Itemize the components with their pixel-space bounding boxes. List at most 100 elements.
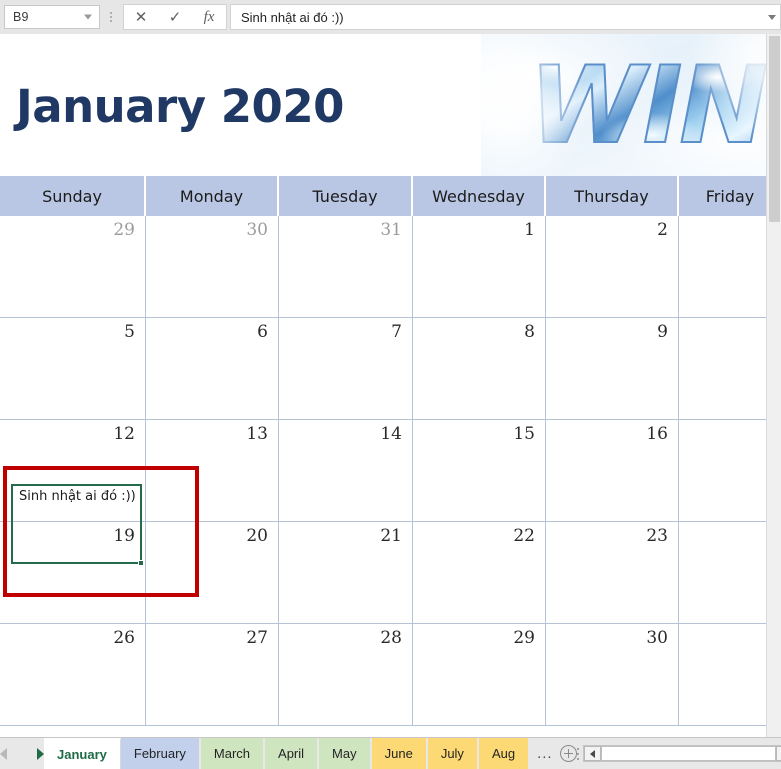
day-number: 5 [124, 322, 135, 342]
page-title: January 2020 [16, 80, 344, 133]
calendar-day-cell[interactable]: 30 [546, 624, 679, 726]
formula-bar-actions: ✕ ✓ fx [123, 4, 227, 30]
horizontal-scrollbar-track[interactable] [582, 745, 781, 762]
fill-handle[interactable] [138, 560, 144, 566]
close-icon[interactable]: ✕ [124, 5, 158, 29]
add-sheet-button[interactable] [559, 738, 577, 769]
sheet-tab-february[interactable]: February [120, 738, 201, 769]
day-number: 29 [513, 628, 535, 648]
grip-dot [110, 20, 112, 22]
day-number: 12 [113, 424, 135, 444]
calendar-day-cell[interactable]: 21 [279, 522, 413, 624]
calendar-week-row: 29 30 31 1 2 [0, 216, 781, 318]
chevron-down-icon [767, 14, 776, 20]
calendar-week-row: 5 6 7 8 9 [0, 318, 781, 420]
calendar-day-cell[interactable]: 28 [279, 624, 413, 726]
vertical-scrollbar-thumb[interactable] [769, 36, 780, 222]
calendar-day-cell[interactable]: 6 [146, 318, 279, 420]
calendar-day-cell[interactable]: 16 [546, 420, 679, 522]
day-number: 21 [380, 526, 402, 546]
day-number: 13 [246, 424, 268, 444]
day-number: 30 [246, 220, 268, 240]
horizontal-scrollbar-thumb[interactable] [600, 746, 776, 761]
calendar-week-row: 26 27 28 29 30 [0, 624, 781, 726]
calendar-day-cell[interactable]: 27 [146, 624, 279, 726]
sheet-tabs: January February March April May June July Aug [44, 738, 531, 769]
day-number: 27 [246, 628, 268, 648]
day-number: 14 [380, 424, 402, 444]
calendar-day-cell[interactable]: 22 [413, 522, 546, 624]
day-number: 30 [646, 628, 668, 648]
formula-input[interactable]: Sinh nhật ai đó :)) [230, 4, 763, 30]
grip-dot [110, 16, 112, 18]
calendar-day-cell[interactable]: 15 [413, 420, 546, 522]
day-number: 15 [513, 424, 535, 444]
fx-label: fx [203, 8, 215, 25]
day-number: 8 [524, 322, 535, 342]
sheet-tabs-overflow[interactable]: ... [530, 738, 560, 769]
fx-icon[interactable]: fx [192, 5, 226, 29]
day-header-wednesday: Wednesday [413, 176, 546, 216]
sheet-tab-aug[interactable]: Aug [478, 738, 531, 769]
plus-circle-icon [559, 745, 577, 762]
calendar-day-cell[interactable]: 2 [546, 216, 679, 318]
calendar-day-cell[interactable]: 7 [279, 318, 413, 420]
calendar-day-cell[interactable]: 1 [413, 216, 546, 318]
day-number: 9 [657, 322, 668, 342]
sheet-tab-march[interactable]: March [200, 738, 266, 769]
calendar-header-band: January 2020 WIN [0, 34, 781, 176]
day-number: 23 [646, 526, 668, 546]
sheet-tab-april[interactable]: April [265, 738, 320, 769]
expand-formula-bar-button[interactable] [763, 4, 781, 30]
winter-art-text: WIN [528, 40, 769, 172]
day-number: 16 [646, 424, 668, 444]
calendar-day-cell[interactable]: 26 [0, 624, 146, 726]
calendar-day-cell[interactable]: 5 [0, 318, 146, 420]
day-number: 20 [246, 526, 268, 546]
sheet-tab-may[interactable]: May [319, 738, 372, 769]
sheet-tab-july[interactable]: July [427, 738, 479, 769]
vertical-scrollbar[interactable] [766, 34, 781, 737]
triangle-left-icon [589, 749, 595, 758]
calendar-day-cell[interactable]: 29 [413, 624, 546, 726]
sheet-tab-navigation [0, 738, 44, 769]
day-number: 7 [391, 322, 402, 342]
calendar-header-row: Sunday Monday Tuesday Wednesday Thursday Frid… [0, 176, 781, 216]
calendar-day-cell[interactable]: 23 [546, 522, 679, 624]
day-number: 1 [524, 220, 535, 240]
day-header-monday: Monday [146, 176, 279, 216]
calendar-day-cell[interactable]: 30 [146, 216, 279, 318]
check-icon[interactable]: ✓ [158, 5, 192, 29]
triangle-right-icon[interactable] [37, 747, 44, 760]
worksheet-area[interactable]: January 2020 WIN Sunday Monday Tuesday Wedn… [0, 34, 781, 737]
sheet-tab-bar: January February March April May June July Aug … [0, 737, 781, 769]
day-number: 31 [380, 220, 402, 240]
day-number: 26 [113, 628, 135, 648]
day-number: 22 [513, 526, 535, 546]
calendar-day-cell[interactable]: 9 [546, 318, 679, 420]
name-box[interactable]: B9 [4, 5, 100, 29]
day-number: 29 [113, 220, 135, 240]
sheet-tab-june[interactable]: June [371, 738, 428, 769]
horizontal-scrollbar[interactable] [579, 738, 781, 769]
day-number: 2 [657, 220, 668, 240]
calendar-day-cell[interactable]: 14 [279, 420, 413, 522]
chevron-down-icon[interactable] [84, 14, 92, 20]
scroll-left-button[interactable] [583, 746, 601, 761]
sheet-tab-january[interactable]: January [44, 738, 121, 769]
day-number: 6 [257, 322, 268, 342]
grip-dot [110, 12, 112, 14]
winter-title-image: WIN [481, 34, 781, 176]
calendar-day-cell[interactable]: 29 [0, 216, 146, 318]
calendar-day-cell[interactable]: 8 [413, 318, 546, 420]
formula-bar-grip[interactable] [102, 5, 120, 29]
cell-note-text: Sinh nhật ai đó :)) [19, 489, 136, 504]
scroll-right-button[interactable] [775, 746, 781, 761]
triangle-left-icon[interactable] [0, 747, 7, 760]
calendar-day-cell[interactable]: 31 [279, 216, 413, 318]
name-box-value: B9 [13, 10, 29, 24]
day-header-sunday: Sunday [0, 176, 146, 216]
day-header-thursday: Thursday [546, 176, 679, 216]
formula-input-value: Sinh nhật ai đó :)) [241, 9, 344, 25]
active-cell-selection[interactable]: Sinh nhật ai đó :)) [11, 484, 144, 566]
